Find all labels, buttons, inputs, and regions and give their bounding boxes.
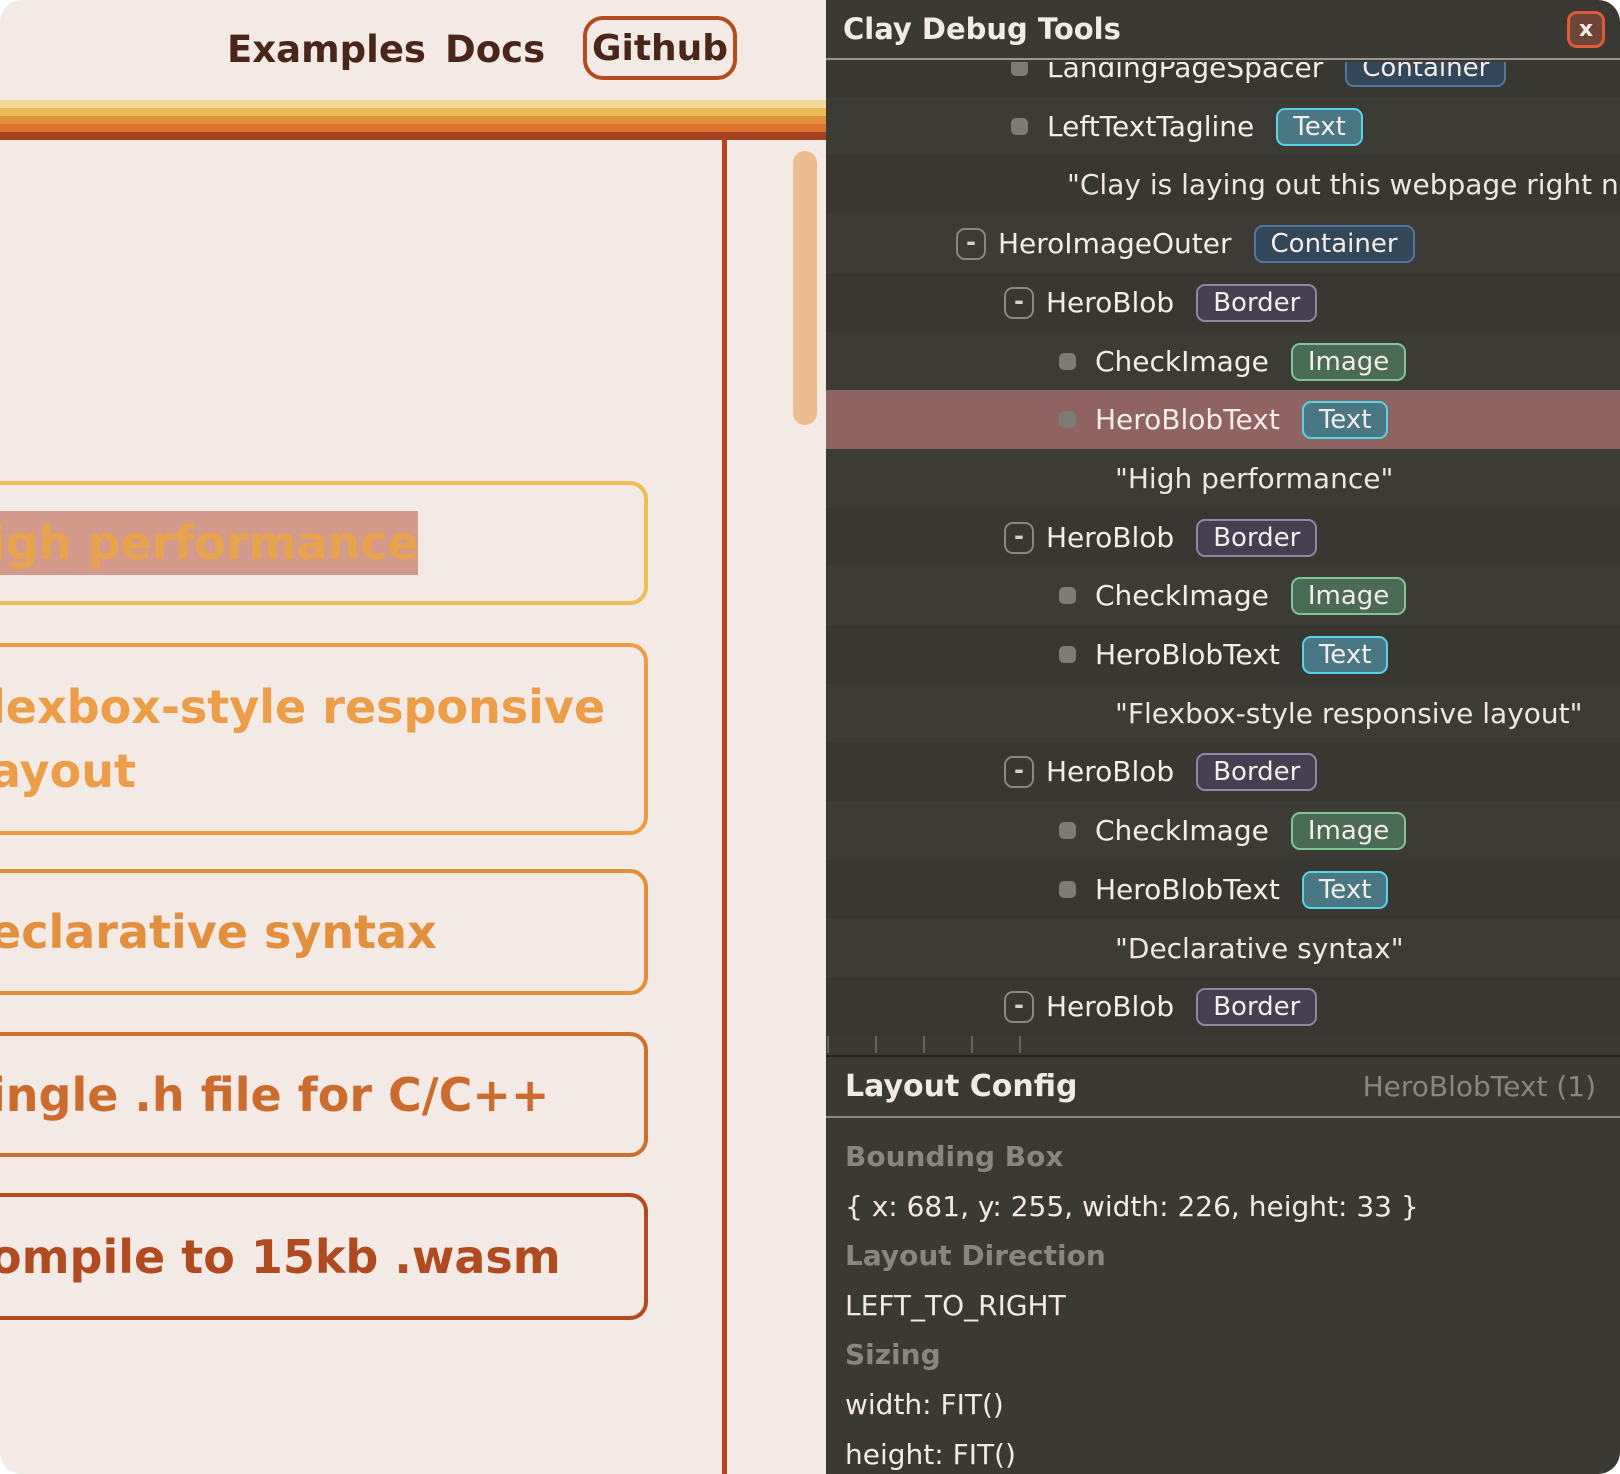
github-button[interactable]: Github — [583, 16, 737, 80]
app-window: Examples Docs Github igh performance lexb… — [0, 0, 1620, 1474]
tree-row[interactable]: LeftTextTagline Text — [826, 97, 1620, 156]
tree-row[interactable]: CheckImage Image — [826, 332, 1620, 391]
element-name: LeftTextTagline — [1047, 110, 1254, 143]
element-name: HeroBlob — [1046, 755, 1174, 788]
nav-item-examples[interactable]: Examples — [227, 28, 426, 71]
element-type-badge: Container — [1254, 225, 1415, 263]
leaf-bullet-icon — [1059, 353, 1076, 370]
stripe-band-0 — [0, 100, 826, 108]
config-section-label: Bounding Box — [845, 1140, 1063, 1174]
element-type-badge: Image — [1291, 812, 1406, 850]
element-name: HeroBlob — [1046, 286, 1174, 319]
element-name: HeroBlobText — [1095, 873, 1280, 906]
leaf-bullet-icon — [1059, 646, 1076, 663]
tree-row[interactable]: -HeroImageOuter Container — [826, 214, 1620, 273]
element-text-preview: "Declarative syntax" — [1115, 932, 1404, 965]
tree-row[interactable]: LandingPageSpacer Container — [826, 62, 1620, 97]
config-section-label: Layout Direction — [845, 1239, 1106, 1273]
config-value: LEFT_TO_RIGHT — [845, 1289, 1066, 1323]
collapse-button[interactable]: - — [956, 228, 986, 260]
element-type-badge: Container — [1345, 62, 1506, 87]
element-name: HeroBlob — [1046, 990, 1174, 1023]
stripe-band-2 — [0, 116, 826, 124]
tree-row[interactable]: -HeroBlob Border — [826, 977, 1620, 1036]
feature-box-text: ompile to 15kb .wasm — [0, 1193, 640, 1320]
config-value: { x: 681, y: 255, width: 226, height: 33… — [845, 1190, 1419, 1224]
feature-box-text: igh performance — [0, 481, 640, 605]
collapse-button[interactable]: - — [1004, 756, 1034, 788]
leaf-bullet-icon — [1059, 587, 1076, 604]
element-name: LandingPageSpacer — [1047, 62, 1323, 84]
stripe-band-1 — [0, 108, 826, 116]
element-type-badge: Border — [1196, 284, 1317, 322]
stripe-band-3 — [0, 124, 826, 132]
element-name: HeroBlobText — [1095, 403, 1280, 436]
tree-row[interactable]: HeroBlobText Text — [826, 625, 1620, 684]
tree-row[interactable]: -HeroBlob Border — [826, 742, 1620, 801]
element-name: HeroBlob — [1046, 521, 1174, 554]
tree-quote-row: "High performance" — [826, 449, 1620, 508]
element-type-badge: Border — [1196, 519, 1317, 557]
element-type-badge: Image — [1291, 343, 1406, 381]
element-text-preview: "Flexbox-style responsive layout" — [1115, 697, 1583, 730]
element-name: HeroBlobText — [1095, 638, 1280, 671]
element-type-badge: Image — [1291, 577, 1406, 615]
tree-row[interactable]: HeroBlobText Text — [826, 860, 1620, 919]
debug-panel-header: Clay Debug Tools — [826, 0, 1620, 60]
element-tree: LandingPageSpacer Container LeftTextTaglin… — [826, 62, 1620, 1053]
collapse-button[interactable]: - — [1004, 991, 1034, 1023]
element-type-badge: Border — [1196, 988, 1317, 1026]
leaf-bullet-icon — [1011, 118, 1028, 135]
config-value: height: FIT() — [845, 1438, 1016, 1472]
stripe-band-4 — [0, 132, 826, 140]
tree-row[interactable]: CheckImage Image — [826, 801, 1620, 860]
element-text-preview: "High performance" — [1115, 462, 1393, 495]
debug-panel-title: Clay Debug Tools — [843, 12, 1121, 46]
layout-config-title: Layout Config — [845, 1069, 1077, 1104]
feature-box-text: eclarative syntax — [0, 869, 640, 995]
element-type-badge: Text — [1302, 401, 1389, 439]
config-section-label: Sizing — [845, 1338, 941, 1372]
vertical-divider — [722, 139, 727, 1474]
element-name: CheckImage — [1095, 345, 1269, 378]
clay-website-pane: Examples Docs Github igh performance lexb… — [0, 0, 826, 1474]
element-text-preview: "Clay is laying out this webpage right n… — [1067, 168, 1620, 201]
clay-debug-panel: Clay Debug Tools x LandingPageSpacer Cont… — [826, 0, 1620, 1474]
element-type-badge: Text — [1302, 871, 1389, 909]
feature-box-text: ingle .h file for C/C++ — [0, 1032, 640, 1157]
element-name: CheckImage — [1095, 579, 1269, 612]
tree-row[interactable]: -HeroBlob Border — [826, 273, 1620, 332]
gradient-stripe — [0, 100, 826, 140]
leaf-bullet-icon — [1059, 881, 1076, 898]
leaf-bullet-icon — [1059, 822, 1076, 839]
collapse-button[interactable]: - — [1004, 287, 1034, 319]
close-button[interactable]: x — [1567, 11, 1605, 48]
tree-quote-row: "Clay is laying out this webpage right n… — [826, 155, 1620, 214]
tree-quote-row: "Declarative syntax" — [826, 919, 1620, 978]
scrollbar-thumb[interactable] — [793, 151, 817, 425]
nav-item-docs[interactable]: Docs — [445, 28, 545, 71]
collapse-button[interactable]: - — [1004, 522, 1034, 554]
leaf-bullet-icon — [1059, 411, 1076, 428]
leaf-bullet-icon — [1011, 62, 1028, 76]
element-type-badge: Border — [1196, 753, 1317, 791]
selected-element-label: HeroBlobText (1) — [1363, 1070, 1596, 1103]
tree-row[interactable]: -HeroBlob Border — [826, 508, 1620, 567]
element-name: CheckImage — [1095, 814, 1269, 847]
tree-row[interactable]: HeroBlobText Text — [826, 390, 1620, 449]
element-name: HeroImageOuter — [998, 227, 1232, 260]
feature-box-text: lexbox-style responsive ayout — [0, 643, 640, 835]
element-type-badge: Text — [1302, 636, 1389, 674]
tree-row[interactable]: CheckImage Image — [826, 566, 1620, 625]
config-value: width: FIT() — [845, 1388, 1004, 1422]
tree-quote-row: "Flexbox-style responsive layout" — [826, 684, 1620, 743]
element-type-badge: Text — [1276, 108, 1363, 146]
layout-config-header: Layout Config HeroBlobText (1) — [826, 1055, 1620, 1118]
